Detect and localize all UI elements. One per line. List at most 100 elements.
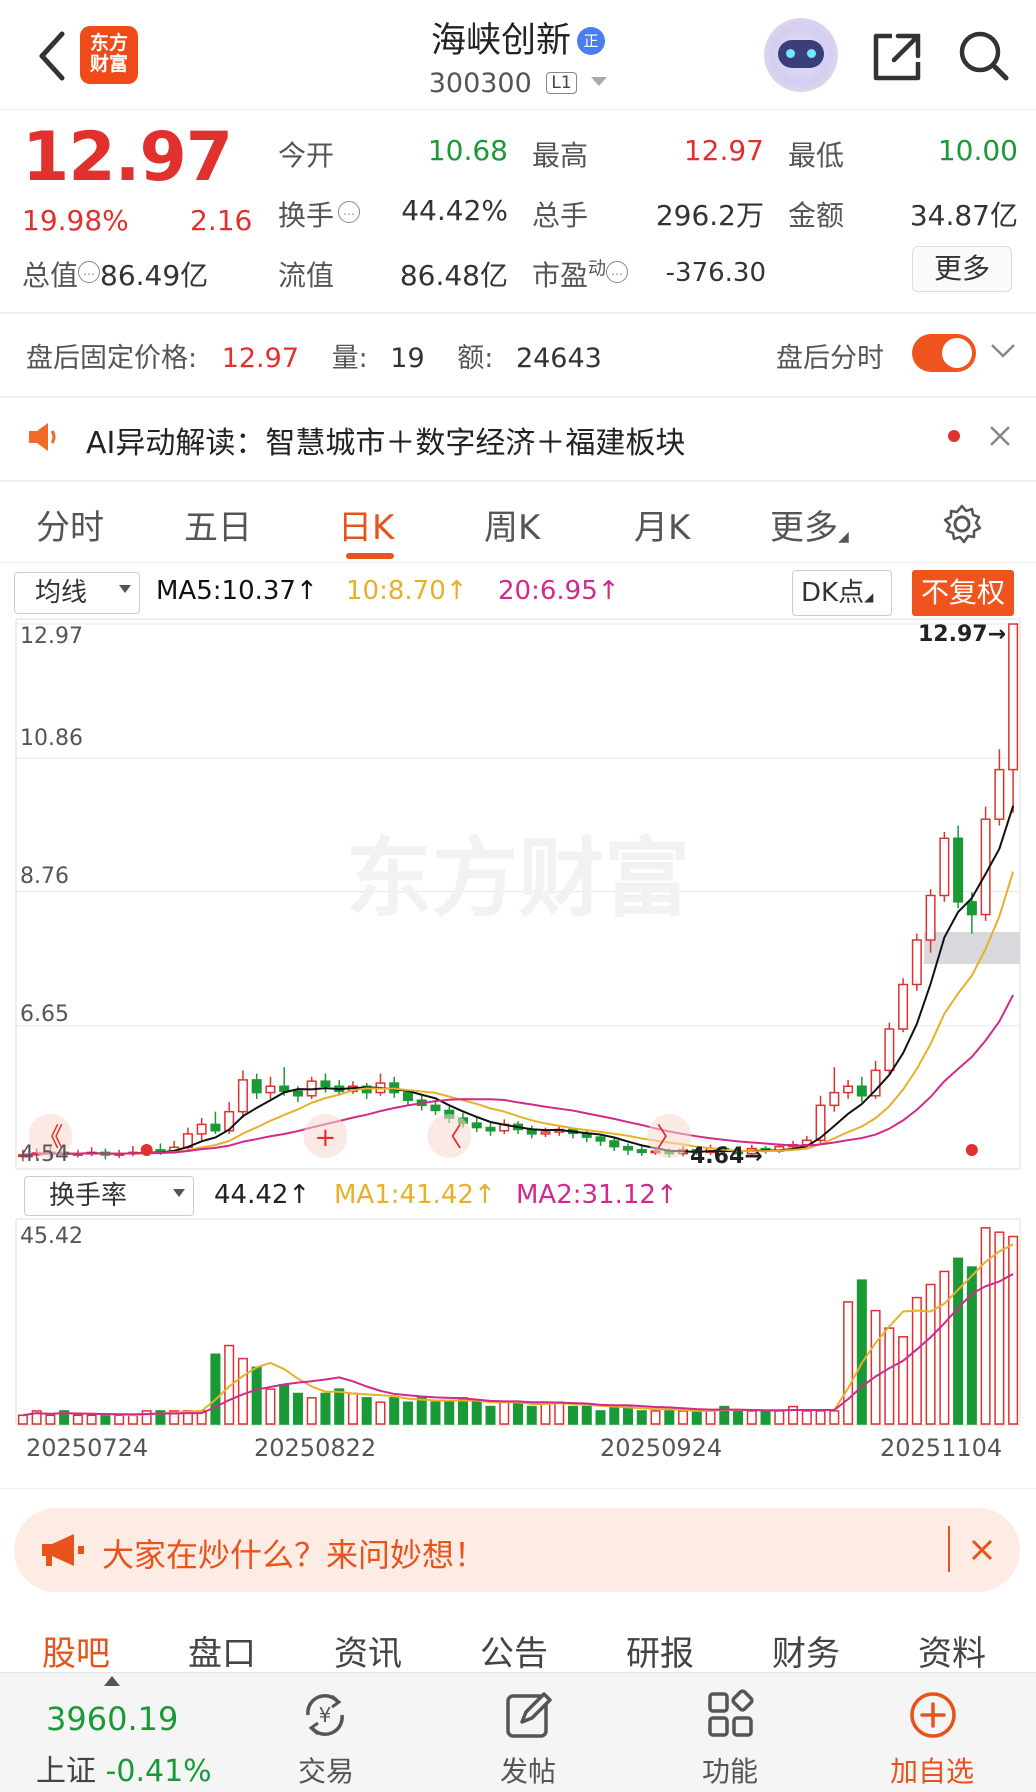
- speaker-icon: [29, 423, 56, 451]
- turnover-ma2: MA2:31.12↑: [516, 1180, 678, 1210]
- dk-point-button[interactable]: DK点◢: [792, 570, 892, 616]
- turnover-bar: [843, 1301, 854, 1425]
- date-label-2: 20250822: [254, 1434, 377, 1462]
- index-value[interactable]: 3960.19: [46, 1700, 178, 1738]
- turnover-select[interactable]: 换手率: [24, 1176, 194, 1216]
- low-value: 10.00: [937, 134, 1018, 167]
- turnover-max-label: 45.42: [20, 1224, 83, 1249]
- gear-icon[interactable]: [940, 502, 984, 546]
- nav-add-watchlist-label[interactable]: 加自选: [872, 1750, 992, 1790]
- y-label-bottom: 4.54: [20, 1142, 69, 1167]
- turnover-bar: [650, 1410, 661, 1425]
- candlestick-chart[interactable]: 东方财富 《 + 〈〉: [0, 618, 1036, 1170]
- ai-notice-text[interactable]: AI异动解读：智慧城市＋数字经济＋福建板块: [86, 418, 685, 462]
- share-icon[interactable]: [870, 30, 924, 84]
- candle: [829, 1091, 840, 1107]
- tab-profile[interactable]: 资料: [918, 1626, 986, 1675]
- turnover-label: 换手: [278, 199, 335, 232]
- turnover-bar: [210, 1353, 221, 1425]
- trade-icon[interactable]: ¥: [298, 1688, 352, 1742]
- tab-financials[interactable]: 财务: [772, 1626, 840, 1675]
- post-icon[interactable]: [502, 1688, 556, 1742]
- level-badge: L1: [546, 72, 577, 94]
- tab-timeshare[interactable]: 分时: [36, 500, 104, 549]
- current-price: 12.97: [22, 118, 233, 197]
- tab-announcements[interactable]: 公告: [480, 1626, 548, 1675]
- y-label-top: 12.97: [20, 624, 83, 649]
- index-info[interactable]: 上证 -0.41%: [36, 1746, 212, 1790]
- candle: [1008, 623, 1019, 771]
- nav-trade-label[interactable]: 交易: [266, 1750, 386, 1790]
- amount-label: 金额: [788, 199, 845, 232]
- candle: [636, 1149, 647, 1154]
- turnover-bar: [237, 1357, 248, 1425]
- more-quote-button[interactable]: 更多: [912, 246, 1012, 292]
- nav-functions-label[interactable]: 功能: [670, 1750, 790, 1790]
- turnover-bar: [292, 1392, 303, 1425]
- functions-icon[interactable]: [704, 1688, 758, 1742]
- turnover-bar: [512, 1401, 524, 1425]
- adjust-type-button[interactable]: 不复权: [912, 570, 1014, 616]
- tab-news[interactable]: 资讯: [334, 1626, 402, 1675]
- candle: [485, 1126, 496, 1132]
- y-label-3: 8.76: [20, 864, 69, 889]
- tab-monthly-k[interactable]: 月K: [634, 500, 690, 549]
- tab-orderbook[interactable]: 盘口: [188, 1626, 256, 1675]
- turnover-bar: [911, 1296, 922, 1425]
- turnover-bar: [72, 1414, 83, 1425]
- candle: [292, 1090, 303, 1097]
- add-watchlist-icon[interactable]: [906, 1688, 960, 1742]
- turnover-bar: [347, 1392, 358, 1425]
- ai-assistant-avatar[interactable]: [764, 18, 838, 92]
- tab-forum[interactable]: 股吧: [42, 1626, 110, 1675]
- info-icon[interactable]: …: [606, 261, 629, 283]
- nav-post-label[interactable]: 发帖: [468, 1750, 588, 1790]
- turnover-bar: [705, 1410, 716, 1425]
- ma-select[interactable]: 均线: [14, 572, 140, 614]
- change-percent: 19.98%: [22, 204, 129, 237]
- turnover-bar: [554, 1401, 565, 1425]
- ask-ai-banner[interactable]: 大家在炒什么？来问妙想！: [14, 1508, 1020, 1592]
- float-mv-value: 86.48亿: [399, 259, 508, 292]
- last-price-tag: 12.97→: [918, 622, 1007, 647]
- info-icon[interactable]: …: [338, 201, 361, 223]
- top-nav-bar: 东方财富 海峡创新正 300300 L1: [0, 0, 1036, 110]
- total-mv-label: 总值: [22, 259, 79, 292]
- candle: [251, 1079, 262, 1094]
- turnover-frame: [15, 1218, 1021, 1426]
- after-hours-toggle[interactable]: [912, 334, 976, 372]
- tab-five-day[interactable]: 五日: [184, 500, 252, 549]
- candle: [898, 983, 909, 1030]
- turnover-bar: [898, 1336, 909, 1425]
- tab-research[interactable]: 研报: [626, 1626, 694, 1675]
- after-hours-row: 盘后固定价格: 12.97 量: 19 额: 24643: [26, 336, 602, 375]
- tab-more[interactable]: 更多◢: [770, 500, 849, 549]
- turnover-bar: [361, 1397, 372, 1425]
- index-name: 上证: [36, 1754, 96, 1789]
- pe-value: -376.30: [665, 258, 766, 288]
- turnover-bar: [829, 1410, 840, 1425]
- close-icon[interactable]: [970, 1538, 994, 1562]
- turnover-bar: [45, 1414, 56, 1425]
- close-icon[interactable]: [988, 424, 1012, 448]
- search-icon[interactable]: [956, 28, 1012, 84]
- candle: [402, 1091, 413, 1101]
- turnover-ma1: MA1:41.42↑: [334, 1180, 496, 1210]
- date-label-4: 20251104: [880, 1434, 1003, 1462]
- candle: [966, 901, 977, 916]
- turnover-bar: [746, 1410, 757, 1425]
- unread-dot: [948, 430, 960, 442]
- turnover-chart[interactable]: [0, 1218, 1036, 1432]
- turnover-bar: [760, 1410, 771, 1425]
- turnover-bar: [334, 1388, 345, 1425]
- tab-more-label: 更多: [770, 508, 838, 548]
- turnover-bar: [444, 1401, 455, 1425]
- turnover-bar: [939, 1270, 950, 1425]
- turnover-bar: [581, 1405, 592, 1425]
- tab-daily-k[interactable]: 日K: [338, 500, 394, 549]
- turnover-bar: [664, 1410, 675, 1425]
- tab-weekly-k[interactable]: 周K: [484, 500, 540, 549]
- turnover-bar: [884, 1327, 895, 1425]
- chevron-down-icon[interactable]: [990, 342, 1016, 360]
- info-icon[interactable]: …: [78, 261, 101, 283]
